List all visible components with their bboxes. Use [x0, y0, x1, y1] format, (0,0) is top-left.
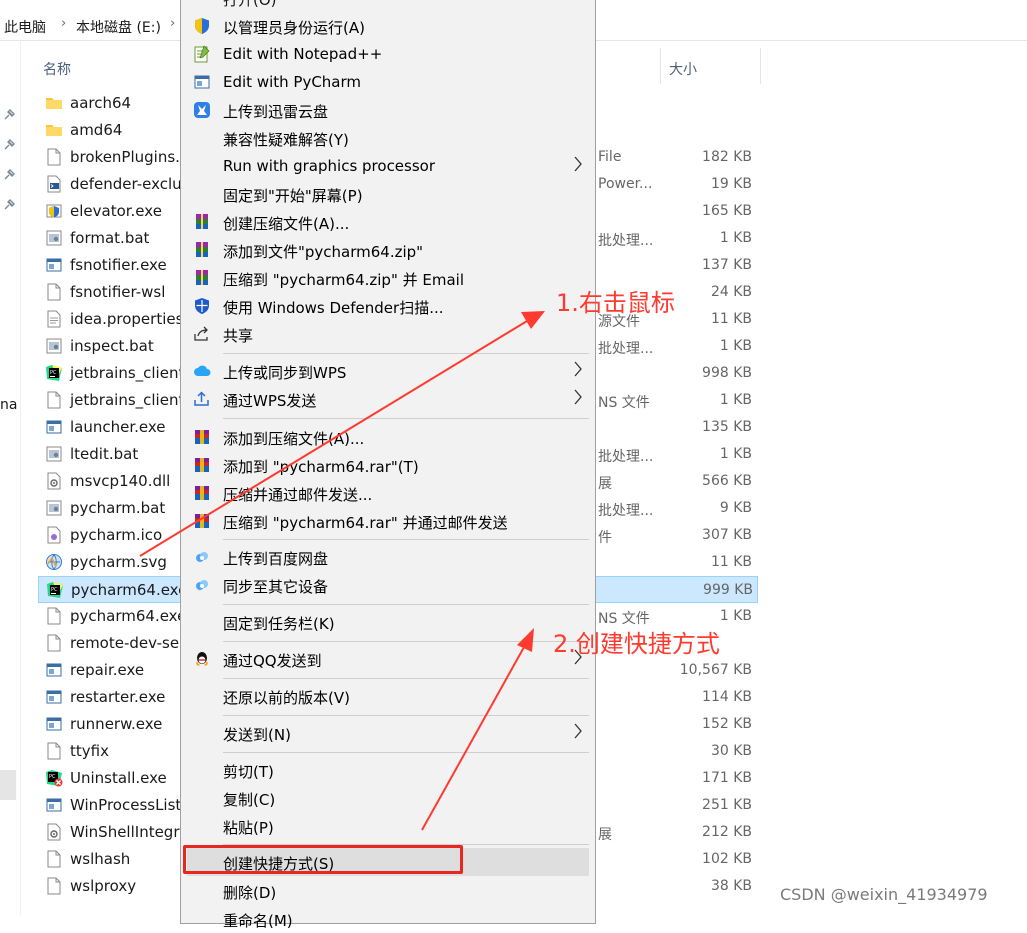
annotation-step-1: 1.右击鼠标	[556, 289, 675, 317]
arrow-head-1	[521, 311, 545, 329]
arrow-head-2	[517, 628, 534, 652]
annotation-step-2: 2.创建快捷方式	[553, 630, 720, 658]
watermark: CSDN @weixin_41934979	[780, 885, 988, 904]
arrow-line-2	[421, 639, 529, 831]
annotation-arrows	[139, 311, 545, 831]
arrow-line-1	[139, 317, 533, 557]
